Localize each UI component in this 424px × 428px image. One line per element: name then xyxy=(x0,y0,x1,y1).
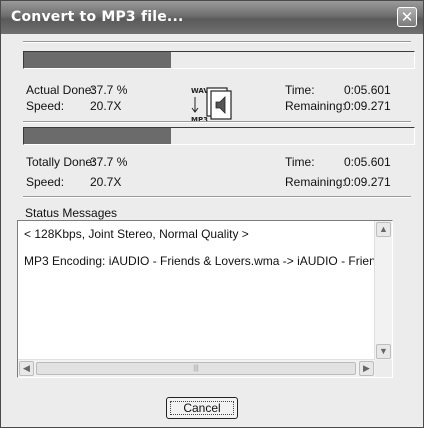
window-title: Convert to MP3 file... xyxy=(11,9,184,25)
chevron-left-icon: ◀ xyxy=(23,363,30,373)
horizontal-scroll-thumb[interactable]: ||| xyxy=(36,362,356,375)
status-messages-label: Status Messages xyxy=(25,206,118,220)
file-remaining-value: 0:09.271 xyxy=(344,99,391,113)
scrollbar-corner xyxy=(375,360,392,377)
totally-done-label: Totally Done: xyxy=(26,155,96,169)
chevron-up-icon: ▲ xyxy=(379,224,388,234)
status-messages-box[interactable]: < 128Kbps, Joint Stereo, Normal Quality … xyxy=(17,220,393,378)
vertical-scrollbar[interactable]: ▲ ▼ xyxy=(374,221,392,360)
total-progress-bar xyxy=(23,127,415,145)
file-time-label: Time: xyxy=(285,83,315,97)
file-speed-label: Speed: xyxy=(26,99,65,113)
close-icon: ✕ xyxy=(400,8,414,26)
total-speed-value: 20.7X xyxy=(90,175,122,189)
scroll-down-button[interactable]: ▼ xyxy=(376,344,391,359)
close-button[interactable]: ✕ xyxy=(397,7,417,27)
cancel-button[interactable]: Cancel xyxy=(166,397,238,419)
file-progress-fill xyxy=(24,52,172,68)
total-progress-fill xyxy=(24,128,172,144)
file-progress-bar xyxy=(23,51,415,69)
status-message: < 128Kbps, Joint Stereo, Normal Quality … xyxy=(24,227,249,241)
scroll-left-button[interactable]: ◀ xyxy=(19,361,34,376)
scroll-up-button[interactable]: ▲ xyxy=(376,222,391,237)
file-remaining-label: Remaining: xyxy=(285,99,346,113)
totally-done-value: 37.7 % xyxy=(90,155,128,169)
total-time-label: Time: xyxy=(285,155,315,169)
total-time-value: 0:05.601 xyxy=(344,155,391,169)
total-remaining-label: Remaining: xyxy=(285,175,346,189)
cancel-button-label: Cancel xyxy=(183,401,221,415)
file-time-value: 0:05.601 xyxy=(344,83,391,97)
chevron-right-icon: ▶ xyxy=(363,363,370,373)
actual-done-value: 37.7 % xyxy=(90,83,128,97)
total-speed-label: Speed: xyxy=(26,175,65,189)
chevron-down-icon: ▼ xyxy=(379,346,388,356)
status-message: MP3 Encoding: iAUDIO - Friends & Lovers.… xyxy=(24,254,389,268)
scroll-right-button[interactable]: ▶ xyxy=(359,361,374,376)
total-remaining-value: 0:09.271 xyxy=(344,175,391,189)
horizontal-scrollbar[interactable]: ◀ ||| ▶ xyxy=(18,359,375,377)
separator-top xyxy=(23,41,411,43)
title-bar[interactable]: Convert to MP3 file... ✕ xyxy=(1,1,423,34)
actual-done-label: Actual Done: xyxy=(26,83,95,97)
convert-dialog: Convert to MP3 file... ✕ Actual Done: 37… xyxy=(0,0,424,428)
separator-middle xyxy=(23,121,411,123)
wav-to-mp3-icon: WAV MP3 xyxy=(189,84,235,124)
file-speed-value: 20.7X xyxy=(90,99,122,113)
grip-icon: ||| xyxy=(193,365,199,372)
separator-status xyxy=(23,196,411,198)
